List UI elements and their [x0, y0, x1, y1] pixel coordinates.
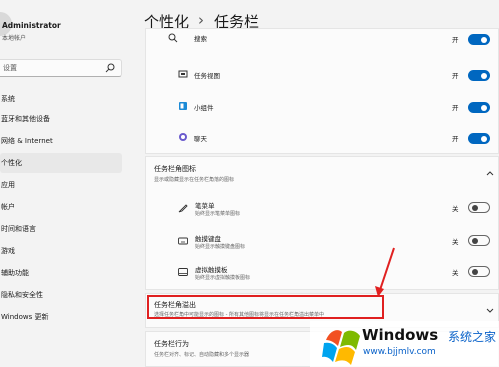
corner-item-sub: 始终显示触摸键盘图标	[195, 244, 246, 250]
watermark-suffix: 系统之家	[448, 330, 497, 344]
sidebar-item-personalization[interactable]: 个性化	[0, 153, 122, 173]
sidebar-item-system[interactable]: 系统	[0, 89, 122, 109]
touch-keyboard-toggle[interactable]	[468, 235, 490, 246]
user-account-type: 本地帐户	[2, 35, 27, 42]
pen-icon	[178, 204, 188, 213]
taskbar-corner-icons-card: 任务栏角图标 显示或隐藏显示在任务栏角落的图标 笔菜单 始终显示笔菜单图标 关 …	[145, 156, 499, 290]
search-icon[interactable]	[105, 63, 115, 73]
widgets-icon	[179, 102, 187, 110]
toggle-state: 关	[452, 269, 459, 277]
chevron-down-icon[interactable]	[486, 306, 494, 314]
sidebar: Administrator 本地帐户 设置 系统 蓝牙和其他设备 网络 & In…	[0, 0, 128, 367]
user-name: Administrator	[2, 21, 61, 30]
task-view-toggle[interactable]	[468, 70, 490, 81]
chevron-up-icon[interactable]	[486, 169, 494, 177]
sidebar-item-network[interactable]: 网络 & Internet	[0, 131, 122, 151]
corner-item-sub: 始终显示笔菜单图标	[195, 211, 241, 217]
sidebar-item-accessibility[interactable]: 辅助功能	[0, 263, 122, 283]
sidebar-item-label: 网络 & Internet	[1, 137, 53, 145]
sidebar-item-label: 系统	[1, 95, 15, 103]
chat-icon	[179, 133, 187, 141]
section-title: 任务栏角图标	[154, 165, 196, 173]
sidebar-item-accounts[interactable]: 帐户	[0, 197, 122, 217]
search-icon	[168, 33, 178, 43]
highlight-box	[147, 295, 384, 319]
sidebar-item-label: 隐私和安全性	[1, 291, 43, 299]
toggle-state: 开	[452, 36, 459, 44]
sidebar-item-gaming[interactable]: 游戏	[0, 241, 122, 261]
section-title: 任务栏行为	[154, 340, 189, 348]
pen-menu-toggle[interactable]	[468, 202, 490, 213]
corner-item-label: 触摸键盘	[195, 235, 221, 243]
red-arrow-annotation	[375, 247, 395, 297]
sidebar-item-time-language[interactable]: 时间和语言	[0, 219, 122, 239]
toggle-state: 开	[452, 104, 459, 112]
sidebar-item-label: 游戏	[1, 247, 15, 255]
virtual-touchpad-toggle[interactable]	[468, 266, 490, 277]
corner-item-label: 虚拟触摸板	[195, 266, 228, 274]
sidebar-item-apps[interactable]: 应用	[0, 175, 122, 195]
sidebar-item-label: 蓝牙和其他设备	[1, 115, 50, 123]
chat-toggle[interactable]	[468, 133, 490, 144]
corner-item-sub: 始终显示虚拟触摸板图标	[195, 275, 251, 281]
toggle-state: 开	[452, 135, 459, 143]
sidebar-item-label: 辅助功能	[1, 269, 29, 277]
search-placeholder: 设置	[3, 64, 17, 72]
widgets-toggle[interactable]	[468, 102, 490, 113]
task-view-icon	[178, 70, 188, 78]
sidebar-item-windows-update[interactable]: Windows 更新	[0, 307, 122, 327]
keyboard-icon	[178, 237, 188, 245]
sidebar-item-label: 应用	[1, 181, 15, 189]
watermark-brand: Windows	[362, 326, 439, 344]
corner-item-label: 笔菜单	[195, 202, 215, 210]
toggle-state: 关	[452, 205, 459, 213]
toggle-state: 关	[452, 238, 459, 246]
section-subtitle: 显示或隐藏显示在任务栏角落的图标	[154, 177, 235, 183]
taskbar-item-label: 任务视图	[194, 72, 220, 80]
watermark-url: www.bjjmlv.com	[363, 347, 436, 357]
search-input[interactable]: 设置	[0, 59, 122, 77]
taskbar-items-card: 搜索 开 任务视图 开 小组件 开 聊天 开	[145, 28, 499, 154]
sidebar-item-label: 时间和语言	[1, 225, 36, 233]
breadcrumb-separator: ›	[198, 11, 204, 29]
sidebar-item-bluetooth[interactable]: 蓝牙和其他设备	[0, 109, 122, 129]
search-toggle[interactable]	[468, 34, 490, 45]
taskbar-item-label: 小组件	[194, 104, 214, 112]
section-subtitle: 任务栏对齐、标记、自动隐藏和多个显示器	[154, 352, 250, 358]
touchpad-icon	[178, 268, 188, 276]
sidebar-item-label: Windows 更新	[1, 313, 49, 321]
sidebar-item-label: 个性化	[1, 159, 22, 167]
sidebar-item-label: 帐户	[1, 203, 15, 211]
toggle-state: 开	[452, 72, 459, 80]
taskbar-item-label: 聊天	[194, 135, 207, 143]
sidebar-item-privacy[interactable]: 隐私和安全性	[0, 285, 122, 305]
taskbar-item-label: 搜索	[194, 35, 207, 43]
